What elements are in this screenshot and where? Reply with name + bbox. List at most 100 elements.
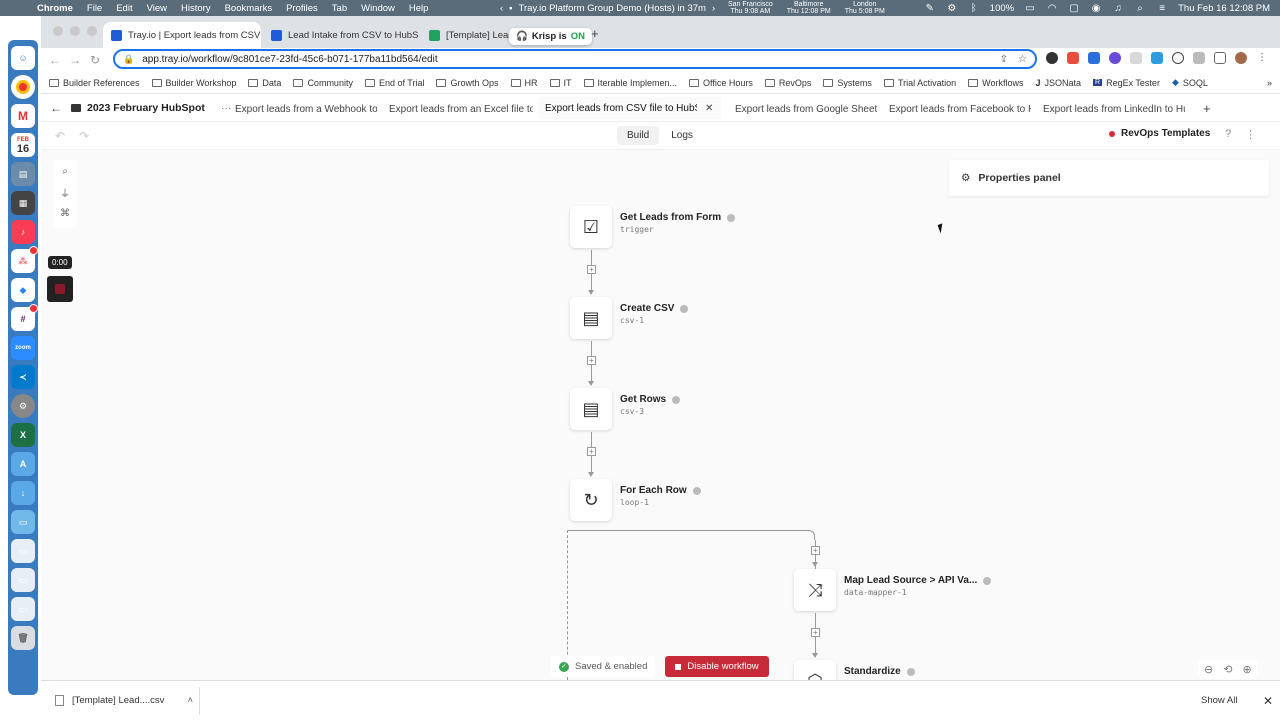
info-icon[interactable]	[680, 304, 689, 313]
notes-icon[interactable]: ✎	[924, 3, 936, 14]
properties-panel[interactable]: ⚙ Properties panel	[949, 160, 1269, 196]
menu-profiles[interactable]: Profiles	[279, 3, 325, 14]
connector-icon[interactable]: ⏚	[60, 185, 70, 200]
browser-tab-active[interactable]: Tray.io | Export leads from CSV ✕	[103, 22, 261, 48]
bookmark-folder[interactable]: Workflows	[968, 78, 1029, 88]
undo-icon[interactable]: ↶	[55, 129, 65, 143]
help-icon[interactable]: ?	[1225, 128, 1231, 141]
close-tab-icon[interactable]: ✕	[705, 103, 713, 114]
window-thumb-icon[interactable]: ▭	[11, 597, 35, 621]
bookmark-folder[interactable]: End of Trial	[364, 78, 431, 88]
wifi-icon[interactable]: ◠	[1046, 3, 1058, 14]
menu-window[interactable]: Window	[354, 3, 402, 14]
workflow-step[interactable]: ↻ For Each Row loop-1	[570, 479, 701, 521]
vpn-icon[interactable]: ◉	[1090, 3, 1102, 14]
redo-icon[interactable]: ↷	[79, 129, 89, 143]
add-step-button[interactable]: +	[587, 356, 596, 365]
preview-icon[interactable]: ▤	[11, 162, 35, 186]
calculator-icon[interactable]: ▦	[11, 191, 35, 215]
extension-icon[interactable]	[1109, 52, 1121, 64]
battery-icon[interactable]: ▭	[1024, 3, 1036, 14]
build-tab[interactable]: Build	[617, 126, 660, 145]
workflow-step[interactable]: ☑ Get Leads from Form trigger	[570, 206, 736, 248]
workflow-tab[interactable]: Export leads from an Excel file to	[383, 97, 533, 121]
bookmark-folder[interactable]: Iterable Implemen...	[583, 78, 684, 88]
url-text[interactable]: app.tray.io/workflow/9c801ce7-23fd-45c6-…	[142, 54, 437, 65]
bookmark-folder[interactable]: IT	[549, 78, 578, 88]
workflow-tab[interactable]: Export leads from Facebook to H	[883, 97, 1031, 121]
menu-chrome[interactable]: Chrome	[30, 3, 80, 14]
reload-icon[interactable]: ↻	[85, 53, 105, 67]
zoom-out-icon[interactable]: ⊖	[1204, 663, 1213, 676]
info-icon[interactable]	[1172, 52, 1184, 64]
asana-icon[interactable]: ⁂	[11, 246, 38, 273]
control-center-icon[interactable]: ≡	[1156, 3, 1168, 14]
extension-icon[interactable]	[1046, 52, 1058, 64]
more-vertical-icon[interactable]: ⋮	[1256, 52, 1268, 64]
menu-view[interactable]: View	[140, 3, 174, 14]
add-step-button[interactable]: +	[811, 628, 820, 637]
trash-icon[interactable]: 🗑	[11, 626, 35, 650]
hierarchy-icon[interactable]: ⌘	[60, 208, 70, 219]
back-icon[interactable]: ←	[45, 53, 65, 67]
workflow-tab[interactable]: Export leads from a Webhook to	[229, 97, 377, 121]
system-settings-icon[interactable]: ⚙	[11, 394, 35, 418]
share-icon[interactable]: ⇪	[1000, 54, 1008, 65]
music-icon[interactable]: ♪	[11, 220, 35, 244]
window-thumb-icon[interactable]: ▭	[11, 510, 35, 534]
add-step-button[interactable]: +	[811, 546, 820, 555]
krisp-indicator[interactable]: 🎧 Krisp is ON	[509, 28, 592, 45]
add-step-button[interactable]: +	[587, 447, 596, 456]
star-icon[interactable]: ☆	[1018, 54, 1027, 65]
forward-icon[interactable]: →	[65, 53, 85, 67]
close-icon[interactable]: ✕	[1263, 694, 1273, 708]
workflow-canvas[interactable]: ⌕ ⏚ ⌘ 0:00 ⚙ Properties panel ☑ Get Lead…	[41, 150, 1280, 680]
zoom-icon[interactable]: zoom	[11, 336, 35, 360]
search-icon[interactable]: ⌕	[62, 166, 68, 177]
bookmark-folder[interactable]: HR	[510, 78, 544, 88]
menu-file[interactable]: File	[80, 3, 109, 14]
finder-icon[interactable]: ☺	[11, 46, 35, 70]
menu-help[interactable]: Help	[402, 3, 436, 14]
bookmark-folder[interactable]: Office Hours	[689, 78, 759, 88]
headphones-icon[interactable]: ♫	[1112, 3, 1124, 14]
search-icon[interactable]: ⌕	[1134, 3, 1146, 14]
bookmark-folder[interactable]: Growth Ops	[436, 78, 504, 88]
chrome-icon[interactable]	[11, 75, 35, 99]
address-bar[interactable]: 🔒 app.tray.io/workflow/9c801ce7-23fd-45c…	[113, 49, 1037, 69]
menu-edit[interactable]: Edit	[109, 3, 139, 14]
stop-recording-button[interactable]	[47, 276, 73, 302]
info-icon[interactable]	[906, 667, 915, 676]
logs-tab[interactable]: Logs	[661, 126, 703, 145]
chevron-up-icon[interactable]: ˄	[187, 695, 193, 706]
workflow-step[interactable]: ⬡ Standardize	[794, 660, 915, 680]
workflow-step[interactable]: ⤨ Map Lead Source > API Va... data-mappe…	[794, 569, 992, 611]
more-vertical-icon[interactable]: ⋮	[1245, 128, 1256, 141]
download-item[interactable]: [Template] Lead....csv ˄	[55, 686, 200, 715]
show-all-button[interactable]: Show All	[1201, 695, 1237, 706]
lock-icon[interactable]: 🔒	[123, 54, 134, 65]
bookmark-folder[interactable]: Community	[293, 78, 359, 88]
info-icon[interactable]	[692, 486, 701, 495]
menu-bookmarks[interactable]: Bookmarks	[218, 3, 280, 14]
workflow-tab-active[interactable]: Export leads from CSV file to HubSp ✕	[539, 97, 721, 121]
bookmark-folder[interactable]: Trial Activation	[883, 78, 962, 88]
browser-tab[interactable]: [Template] Lead	[421, 22, 513, 48]
extension-icon[interactable]	[1151, 52, 1163, 64]
project-folder[interactable]: 2023 February HubSpot ···	[71, 102, 241, 114]
bookmark-folder[interactable]: RevOps	[764, 78, 818, 88]
info-icon[interactable]	[672, 395, 681, 404]
extension-icon[interactable]	[1130, 52, 1142, 64]
side-panel-icon[interactable]	[1214, 52, 1226, 64]
new-tab-button[interactable]: +	[591, 26, 599, 41]
menu-tab[interactable]: Tab	[325, 3, 354, 14]
bluetooth-icon[interactable]: ᛒ	[968, 3, 980, 14]
close-window-button[interactable]	[53, 26, 63, 36]
extension-icon[interactable]	[1067, 52, 1079, 64]
bookmark-link[interactable]: J JSONata	[1035, 78, 1087, 88]
add-step-button[interactable]: +	[587, 265, 596, 274]
menu-history[interactable]: History	[174, 3, 218, 14]
workflow-step[interactable]: ▤ Create CSV csv-1	[570, 297, 689, 339]
slack-icon[interactable]: #	[11, 304, 38, 331]
avatar[interactable]	[1235, 52, 1247, 64]
